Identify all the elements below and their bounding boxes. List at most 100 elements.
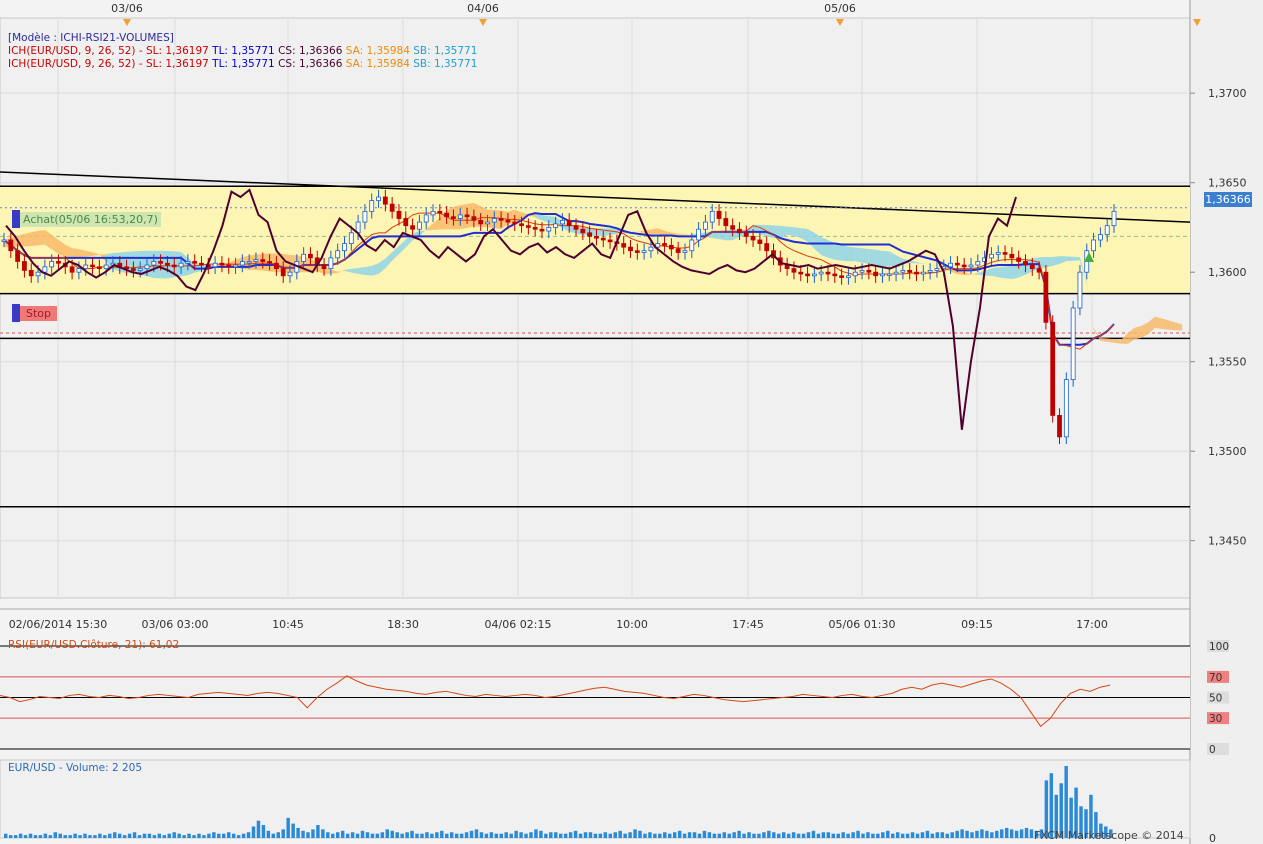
volume-bar — [291, 823, 295, 838]
candle-body — [491, 218, 497, 223]
candle-body — [348, 232, 354, 244]
volume-bar — [197, 833, 201, 838]
ichimoku-cloud-segment — [24, 232, 32, 247]
candle-body — [410, 225, 415, 230]
candle-body — [335, 250, 341, 259]
volume-bar — [202, 835, 206, 838]
volume-bar — [172, 832, 176, 838]
volume-bar — [529, 832, 533, 838]
volume-bar — [910, 832, 915, 838]
candle-body — [76, 268, 82, 273]
candle-body — [478, 219, 484, 225]
y-tick-label: 1,3500 — [1208, 445, 1247, 458]
candle-body — [886, 273, 892, 276]
volume-bar — [321, 829, 325, 838]
achat-flag-icon — [12, 210, 20, 228]
candle-body — [369, 200, 375, 212]
volume-bar — [1019, 829, 1024, 838]
ichimoku-cloud-segment — [1161, 318, 1169, 330]
candle-body — [1097, 234, 1103, 241]
ichimoku-cloud-segment — [855, 247, 863, 263]
volume-bar — [108, 833, 112, 838]
candle-body — [226, 264, 232, 268]
volume-bar — [772, 832, 776, 838]
candle-body — [675, 248, 681, 253]
volume-bar — [28, 833, 33, 838]
candle-body — [1009, 253, 1015, 259]
volume-bar — [856, 830, 860, 838]
volume-bar — [995, 830, 999, 838]
volume-bar — [316, 825, 320, 838]
volume-bar — [484, 833, 489, 838]
volume-bar — [747, 832, 751, 838]
candle-body — [69, 266, 75, 273]
volume-bar — [826, 832, 831, 838]
achat-marker[interactable]: Achat(05/06 16:53,20,7) — [12, 210, 161, 228]
volume-bar — [53, 832, 58, 838]
volume-bar — [920, 832, 925, 838]
candle-body — [716, 210, 722, 219]
volume-bar — [261, 825, 266, 838]
volume-bar — [58, 833, 62, 838]
candle-body — [791, 268, 797, 273]
ichimoku-cloud-segment — [848, 246, 856, 262]
ich-sa: SA: 1,35984 — [345, 45, 410, 57]
candle-body — [171, 264, 177, 268]
candle-body — [628, 246, 633, 252]
stop-marker[interactable]: Stop — [12, 304, 58, 322]
candle-body — [267, 261, 272, 264]
volume-bar — [821, 832, 826, 838]
volume-bar — [345, 833, 350, 838]
volume-bar — [687, 832, 692, 838]
ich-sl: SL: 1,36197 — [146, 45, 209, 57]
candle-body — [471, 216, 477, 221]
candle-body — [668, 244, 674, 250]
candle-body — [144, 264, 150, 270]
candle-body — [273, 262, 279, 270]
x-tick-label: 10:00 — [616, 618, 648, 631]
volume-bar — [618, 830, 622, 838]
volume-bar — [801, 833, 806, 838]
volume-bar — [524, 833, 528, 838]
volume-bar — [588, 832, 593, 838]
candle-body — [308, 253, 313, 259]
candle-body — [866, 270, 872, 273]
candle-body — [1111, 210, 1117, 227]
y-tick-label: 1,3550 — [1208, 356, 1247, 369]
candle-body — [723, 218, 729, 227]
candle-body — [212, 262, 218, 268]
candle-body — [553, 223, 558, 228]
volume-bar — [311, 829, 315, 838]
volume-bar — [420, 833, 424, 838]
candle-body — [396, 210, 402, 219]
volume-bar — [831, 833, 835, 838]
volume-bar — [182, 835, 186, 838]
volume-bar — [781, 832, 786, 838]
candle-body — [185, 261, 191, 264]
candle-body — [90, 264, 95, 268]
model-label: [Modèle : ICHI-RSI21-VOLUMES] — [8, 32, 174, 44]
candle-body — [546, 227, 552, 232]
volume-bar — [791, 832, 796, 838]
candle-body — [730, 225, 736, 230]
x-tick-label: 02/06/2014 15:30 — [9, 618, 108, 631]
volume-bar — [445, 833, 449, 838]
candle-body — [954, 262, 960, 266]
ichimoku-cloud-segment — [998, 266, 1006, 279]
volume-bar — [251, 826, 256, 838]
volume-panel — [0, 759, 1191, 839]
ichimoku-cloud-segment — [133, 251, 141, 275]
volume-bar — [514, 830, 518, 838]
volume-bar — [301, 830, 305, 838]
y-tick-label: 1,3450 — [1208, 535, 1247, 548]
volume-bar — [777, 833, 781, 838]
stop-label: Stop — [20, 305, 58, 321]
candle-body — [56, 261, 61, 264]
volume-bar — [866, 832, 870, 838]
x-tick-label: 17:45 — [732, 618, 764, 631]
volume-bar — [464, 832, 469, 838]
candle-body — [757, 239, 763, 244]
candle-body — [519, 223, 524, 227]
candle-body — [1002, 252, 1008, 255]
main-plot-area — [0, 17, 1191, 599]
